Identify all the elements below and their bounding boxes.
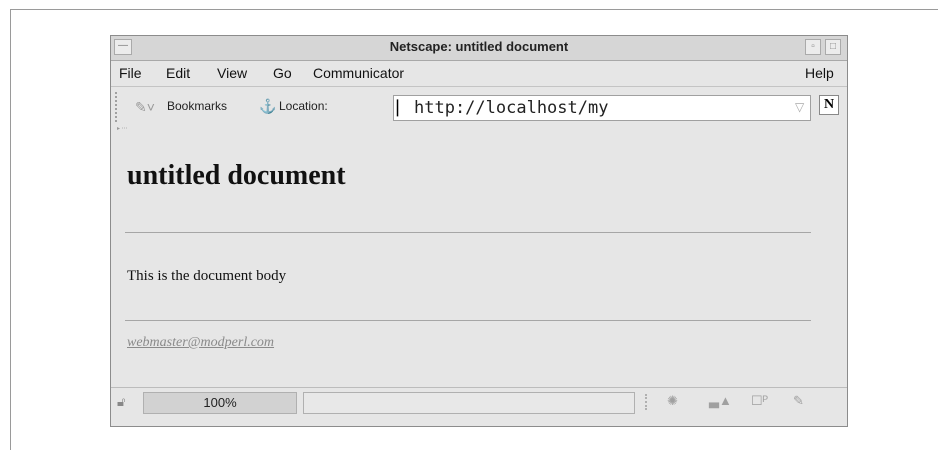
toolbar-grip[interactable] <box>115 92 123 122</box>
status-bar: 🔓︎ 100% ✺ ▃▲ ☐ᴾ ✎ <box>111 387 847 416</box>
menu-file[interactable]: File <box>119 65 142 81</box>
text-caret: ⎸ <box>397 98 414 118</box>
url-input[interactable]: ⎸http://localhost/my <box>393 95 811 121</box>
document-body-text: This is the document body <box>127 268 287 284</box>
netscape-logo-icon[interactable]: N <box>819 95 839 115</box>
maximize-button[interactable]: □ <box>825 39 841 55</box>
browser-window: — Netscape: untitled document ▫ □ File E… <box>110 35 848 427</box>
composer-icon[interactable]: ✎ <box>793 393 804 409</box>
document-heading: untitled document <box>127 160 346 191</box>
status-message <box>303 392 635 414</box>
navigator-icon[interactable]: ✺ <box>667 393 678 409</box>
window-title: Netscape: untitled document <box>389 39 569 54</box>
component-bar-grip[interactable] <box>645 394 653 410</box>
discussion-icon[interactable]: ☐ᴾ <box>751 393 768 409</box>
bookmark-icon[interactable]: ✎˅ <box>135 99 155 116</box>
menu-view[interactable]: View <box>217 65 247 81</box>
security-lock-icon[interactable]: 🔓︎ <box>117 394 125 410</box>
horizontal-rule-bottom <box>125 320 811 321</box>
menu-help[interactable]: Help <box>805 65 834 81</box>
location-label: Location: <box>279 99 328 113</box>
location-toolbar: ✎˅ Bookmarks ⚓ Location: ⎸http://localho… <box>111 86 847 132</box>
bookmarks-button[interactable]: Bookmarks <box>167 99 227 113</box>
email-link[interactable]: webmaster@modperl.com <box>127 335 274 351</box>
menu-communicator[interactable]: Communicator <box>313 65 404 81</box>
menu-go[interactable]: Go <box>273 65 292 81</box>
url-dropdown-icon[interactable]: ▽ <box>795 100 804 114</box>
title-bar: — Netscape: untitled document ▫ □ <box>111 36 847 61</box>
menu-bar: File Edit View Go Communicator Help <box>111 61 847 86</box>
zoom-level: 100% <box>143 392 297 414</box>
menu-edit[interactable]: Edit <box>166 65 190 81</box>
location-icon[interactable]: ⚓ <box>259 98 276 115</box>
url-text: http://localhost/my <box>414 98 609 118</box>
mail-icon[interactable]: ▃▲ <box>709 393 732 409</box>
page-border-left <box>10 9 11 450</box>
minimize-button[interactable]: ▫ <box>805 39 821 55</box>
toolbar-collapse-tab[interactable]: ▸ ⋯ <box>117 125 128 132</box>
horizontal-rule <box>125 232 811 233</box>
page-border-top <box>10 9 938 10</box>
